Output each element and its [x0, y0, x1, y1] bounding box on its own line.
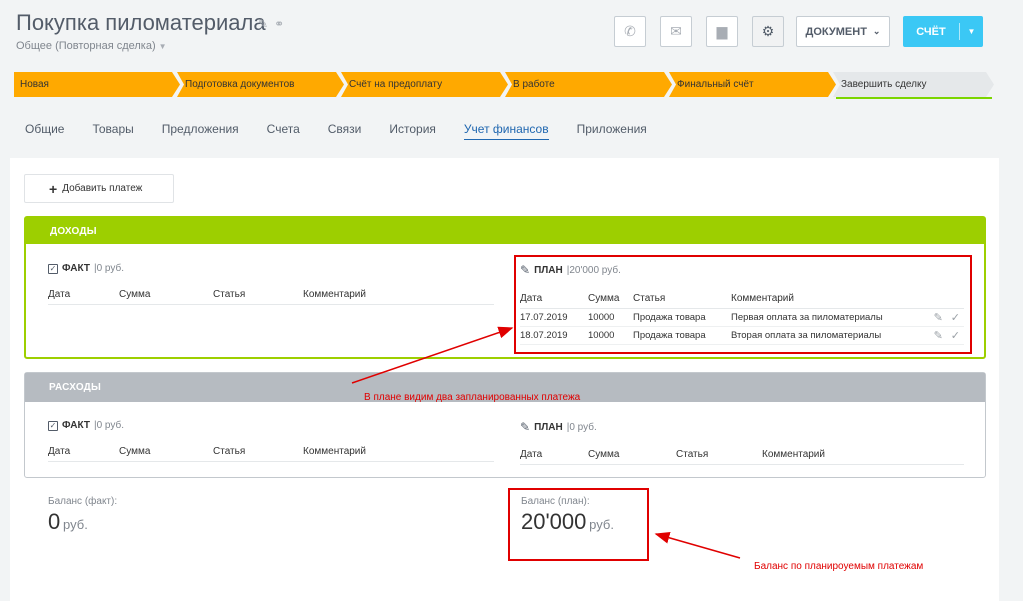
- column-item: Статья: [676, 449, 709, 460]
- stage-underline: [836, 97, 992, 99]
- expense-fact-column: ✓ ФАКТ |0 руб. Дата Сумма Статья Коммент…: [48, 420, 494, 462]
- plan-label: ПЛАН: [534, 421, 563, 433]
- gear-icon: ⚙: [761, 23, 775, 39]
- balance-highlight-box: [508, 488, 649, 561]
- tab-bar: Общие Товары Предложения Счета Связи Ист…: [25, 122, 647, 140]
- tab-invoices[interactable]: Счета: [267, 122, 300, 140]
- expense-section: РАСХОДЫ ✓ ФАКТ |0 руб. Дата Сумма Статья…: [24, 372, 986, 478]
- stage-in-progress[interactable]: В работе: [505, 72, 672, 97]
- stage-close-deal[interactable]: Завершить сделку: [833, 72, 994, 97]
- chevron-down-icon: ▼: [158, 42, 167, 51]
- balance-fact-value: 0: [48, 509, 61, 534]
- tab-offers[interactable]: Предложения: [162, 122, 239, 140]
- invoice-button[interactable]: СЧЁТ ▼: [903, 16, 983, 47]
- income-fact-column: ✓ ФАКТ |0 руб. Дата Сумма Статья Коммент…: [48, 263, 494, 305]
- plan-highlight-box: [514, 255, 972, 354]
- fact-sum: |0 руб.: [93, 420, 124, 431]
- tab-general[interactable]: Общие: [25, 122, 64, 140]
- table-header: Дата Сумма Статья Комментарий: [48, 289, 494, 305]
- balance-fact-unit: руб.: [63, 517, 88, 532]
- chat-button[interactable]: ▆: [706, 16, 738, 47]
- stage-bar: Новая Подготовка документов Счёт на пред…: [14, 72, 994, 99]
- table-header: Дата Сумма Статья Комментарий: [520, 449, 964, 465]
- fact-sum: |0 руб.: [93, 263, 124, 274]
- finance-panel: + Добавить платеж ДОХОДЫ ✓ ФАКТ |0 руб. …: [10, 158, 999, 601]
- column-amount: Сумма: [119, 289, 151, 300]
- column-date: Дата: [48, 446, 71, 457]
- edit-icon: ✎: [520, 420, 531, 434]
- fact-label: ФАКТ: [62, 420, 90, 431]
- envelope-icon: ✉: [670, 23, 682, 39]
- chevron-down-icon: ⌄: [872, 26, 881, 36]
- chat-icon: ▆: [716, 23, 728, 39]
- column-amount: Сумма: [588, 449, 620, 460]
- plan-annotation: В плане видим два запланированных платеж…: [364, 392, 581, 403]
- email-button[interactable]: ✉: [660, 16, 692, 47]
- fact-label: ФАКТ: [62, 263, 90, 274]
- deal-category-label: Общее (Повторная сделка): [16, 40, 156, 52]
- balance-fact: Баланс (факт): 0 руб.: [48, 496, 117, 535]
- column-comment: Комментарий: [303, 446, 366, 457]
- column-date: Дата: [48, 289, 71, 300]
- table-header: Дата Сумма Статья Комментарий: [48, 446, 494, 462]
- column-amount: Сумма: [119, 446, 151, 457]
- tab-history[interactable]: История: [389, 122, 436, 140]
- column-comment: Комментарий: [303, 289, 366, 300]
- column-item: Статья: [213, 289, 246, 300]
- deal-category[interactable]: Общее (Повторная сделка) ▼: [16, 40, 167, 52]
- checkbox-icon: ✓: [48, 420, 58, 431]
- stage-final-invoice[interactable]: Финальный счёт: [669, 72, 836, 97]
- settings-button[interactable]: ⚙: [752, 16, 784, 47]
- income-header: ДОХОДЫ: [26, 218, 984, 244]
- stage-prepayment[interactable]: Счёт на предоплату: [341, 72, 508, 97]
- document-button-label: ДОКУМЕНТ: [805, 25, 867, 38]
- edit-pencil-icon[interactable]: ✎: [258, 17, 268, 31]
- phone-icon: ✆: [624, 23, 636, 39]
- add-payment-button[interactable]: + Добавить платеж: [24, 174, 174, 203]
- tab-apps[interactable]: Приложения: [577, 122, 647, 140]
- tab-products[interactable]: Товары: [92, 122, 133, 140]
- dropdown-arrow-icon[interactable]: ▼: [960, 27, 983, 36]
- document-button[interactable]: ДОКУМЕНТ ⌄: [796, 16, 890, 47]
- link-icon[interactable]: ⚭: [274, 17, 284, 31]
- column-date: Дата: [520, 449, 543, 460]
- column-item: Статья: [213, 446, 246, 457]
- plus-icon: +: [49, 180, 58, 197]
- add-payment-label: Добавить платеж: [62, 183, 143, 194]
- column-comment: Комментарий: [762, 449, 825, 460]
- call-button[interactable]: ✆: [614, 16, 646, 47]
- tab-finance[interactable]: Учет финансов: [463, 122, 549, 140]
- stage-new[interactable]: Новая: [14, 72, 180, 97]
- invoice-button-label: СЧЁТ: [916, 25, 946, 38]
- page-title: Покупка пиломатериала: [16, 10, 266, 35]
- tab-links[interactable]: Связи: [328, 122, 362, 140]
- expense-plan-column: ✎ ПЛАН |0 руб. Дата Сумма Статья Коммент…: [520, 420, 964, 465]
- stage-docs[interactable]: Подготовка документов: [177, 72, 344, 97]
- checkbox-icon: ✓: [48, 263, 58, 274]
- balance-fact-label: Баланс (факт):: [48, 496, 118, 507]
- balance-annotation: Баланс по планироуемым платежам: [754, 561, 924, 572]
- plan-sum: |0 руб.: [566, 421, 597, 433]
